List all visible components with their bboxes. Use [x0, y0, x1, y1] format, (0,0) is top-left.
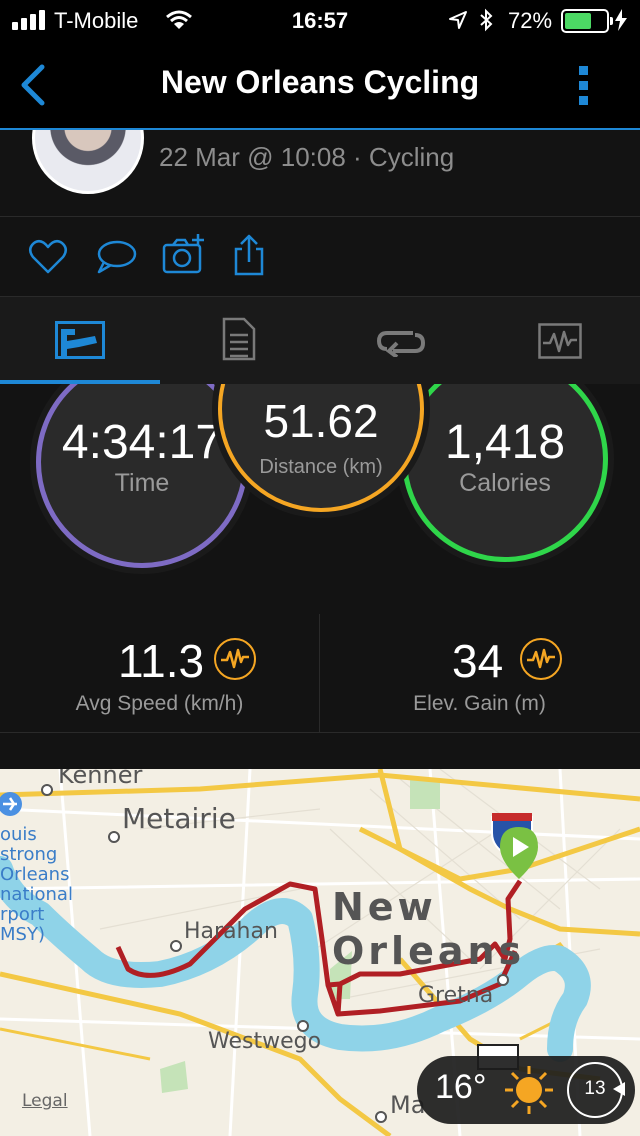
- battery-percentage: 72%: [508, 8, 553, 33]
- distance-label: Distance (km): [259, 456, 383, 478]
- charging-bolt-icon: [615, 9, 627, 31]
- calories-label: Calories: [459, 469, 551, 497]
- activity-header: 22 Mar @ 10:08 · Cycling: [0, 130, 640, 217]
- airport-line-2: strong: [0, 844, 58, 865]
- sun-icon: [505, 1066, 553, 1114]
- status-bar: T-Mobile 16:57 72%: [0, 0, 640, 40]
- laps-loop-icon: [377, 331, 425, 357]
- tab-summary[interactable]: [0, 297, 160, 384]
- pulse-icon: [520, 638, 562, 680]
- avg-speed-label: Avg Speed (km/h): [75, 692, 244, 715]
- calories-stat: 1,418 Calories: [402, 384, 608, 562]
- details-list-icon: [222, 317, 256, 361]
- summary-stats-icon: [55, 321, 105, 359]
- pulse-icon: [214, 638, 256, 680]
- avg-speed-metric: 11.3 Avg Speed (km/h): [0, 614, 320, 732]
- map-label-new-orleans: New Orleans: [332, 885, 526, 973]
- bluetooth-icon: [480, 8, 493, 32]
- battery-icon: [561, 9, 613, 33]
- airport-line-6: MSY): [0, 924, 45, 945]
- wind-direction-icon: [613, 1082, 625, 1096]
- activity-meta: 22 Mar @ 10:08 · Cycling: [159, 142, 455, 172]
- map-label-gretna: Gretna: [418, 983, 494, 1008]
- map-label-harahan: Harahan: [184, 919, 278, 944]
- section-divider: [0, 733, 640, 769]
- distance-stat: 51.62 Distance (km): [218, 384, 424, 512]
- elev-gain-label: Elev. Gain (m): [413, 692, 546, 715]
- share-button[interactable]: [232, 233, 266, 277]
- add-photo-button[interactable]: [162, 233, 206, 275]
- weather-badge[interactable]: 16° 13: [417, 1056, 635, 1124]
- comment-button[interactable]: [95, 239, 137, 275]
- airport-line-4: national: [0, 884, 73, 905]
- metrics-row: 11.3 Avg Speed (km/h) 34 Elev. Gain (m): [0, 614, 640, 733]
- navigation-bar: New Orleans Cycling: [0, 40, 640, 130]
- airport-line-1: ouis: [0, 824, 37, 845]
- distance-value: 51.62: [263, 395, 379, 447]
- location-arrow-icon: [449, 11, 467, 29]
- elev-gain-metric: 34 Elev. Gain (m): [320, 614, 639, 732]
- avatar[interactable]: [32, 130, 144, 194]
- calories-value: 1,418: [444, 416, 566, 469]
- airport-line-5: rport: [0, 904, 45, 925]
- map-label-airport: ouis strong Orleans national rport MSY): [0, 825, 73, 945]
- map-legal-link[interactable]: Legal: [22, 1091, 68, 1111]
- like-button[interactable]: [28, 239, 68, 275]
- time-stat: 4:34:17 Time: [36, 384, 248, 568]
- avg-speed-value: 11.3: [118, 635, 205, 687]
- temperature: 16°: [435, 1068, 487, 1106]
- stats-circles: 4:34:17 Time 1,418 Calories 51.62 Distan…: [0, 384, 640, 579]
- page-title: New Orleans Cycling: [160, 64, 480, 100]
- time-label: Time: [114, 469, 170, 497]
- map-label-westwego: Westwego: [208, 1029, 322, 1054]
- tab-laps[interactable]: [320, 297, 480, 384]
- action-row: [0, 217, 640, 297]
- more-options-button[interactable]: [576, 64, 592, 108]
- tab-charts[interactable]: [480, 297, 640, 384]
- time-value: 4:34:17: [61, 416, 223, 469]
- map-label-kenner: Kenner: [58, 769, 143, 789]
- airport-line-3: Orleans: [0, 864, 70, 885]
- map-label-metairie: Metairie: [122, 802, 236, 835]
- wind-indicator: 13: [567, 1062, 625, 1118]
- section-divider: [0, 578, 640, 615]
- tab-details[interactable]: [160, 297, 320, 384]
- tab-bar: [0, 297, 640, 384]
- elev-gain-value: 34: [452, 635, 504, 687]
- charts-icon: [538, 323, 582, 359]
